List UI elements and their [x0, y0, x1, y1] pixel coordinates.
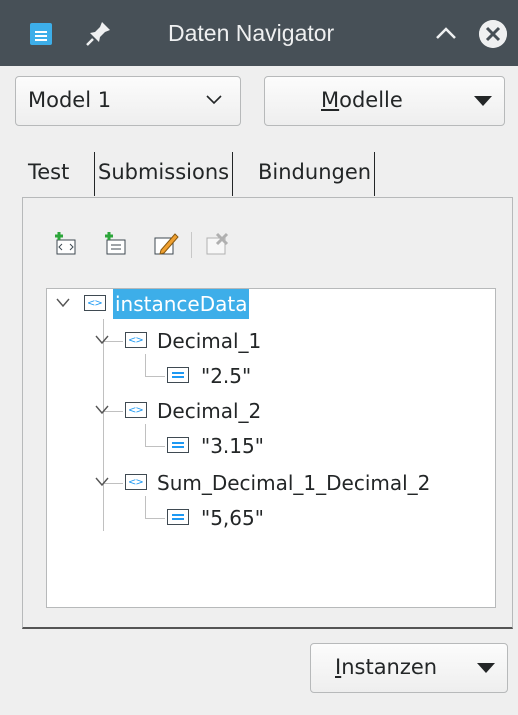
models-button-label: Modelle: [321, 88, 403, 112]
collapse-up-icon[interactable]: [432, 20, 460, 48]
tree-connector: [145, 376, 165, 377]
pin-icon[interactable]: [84, 18, 114, 48]
element-icon: [125, 468, 147, 498]
add-item-icon[interactable]: [51, 230, 79, 258]
instances-menu-button[interactable]: Instanzen: [310, 643, 508, 693]
expand-chevron-icon[interactable]: [56, 298, 70, 308]
model-select-value: Model 1: [28, 88, 112, 112]
tab-bindungen[interactable]: Bindungen: [255, 152, 376, 196]
app-icon: [30, 23, 52, 45]
chevron-down-icon: [206, 95, 222, 105]
tree-connector: [145, 354, 146, 376]
tree-connector: [145, 518, 165, 519]
model-select[interactable]: Model 1: [15, 76, 241, 126]
close-icon[interactable]: [479, 20, 507, 48]
tree-connector: [145, 446, 165, 447]
tree-node-label: Decimal_2: [157, 399, 262, 423]
tree-node-label: Sum_Decimal_1_Decimal_2: [157, 471, 431, 495]
instances-button-label: Instanzen: [335, 655, 438, 679]
tree-node-label: instanceData: [113, 289, 250, 319]
tree-node-value: "3.15": [201, 434, 264, 458]
expand-chevron-icon[interactable]: [95, 477, 109, 487]
text-node-icon: [167, 367, 189, 383]
expand-chevron-icon[interactable]: [95, 405, 109, 415]
tab-panel-test: instanceData Decimal_1 "2.5" Decimal_2 "…: [22, 197, 513, 629]
tree-node-label: Decimal_1: [157, 329, 262, 353]
toolbar-separator: [191, 232, 192, 258]
window-title: Daten Navigator: [168, 20, 335, 46]
tree-node-value: "2.5": [201, 364, 252, 388]
tree-connector: [145, 496, 146, 518]
delete-icon: [206, 232, 229, 255]
tree-connector: [145, 424, 146, 446]
element-icon: [84, 289, 106, 319]
dropdown-arrow-icon: [474, 96, 492, 106]
tab-test[interactable]: Test: [25, 152, 73, 196]
dropdown-arrow-icon: [477, 663, 495, 673]
tree-node-value: "5,65": [201, 506, 264, 530]
edit-icon[interactable]: [151, 230, 179, 258]
expand-chevron-icon[interactable]: [95, 335, 109, 345]
title-bar: Daten Navigator: [0, 0, 518, 66]
add-element-icon[interactable]: [101, 230, 129, 258]
text-node-icon: [167, 509, 189, 525]
element-icon: [125, 396, 147, 426]
instance-tree[interactable]: instanceData Decimal_1 "2.5" Decimal_2 "…: [46, 288, 496, 608]
text-node-icon: [167, 437, 189, 453]
tab-submissions[interactable]: Submissions: [94, 152, 234, 196]
tree-connector: [103, 319, 104, 531]
element-icon: [125, 326, 147, 356]
models-menu-button[interactable]: Modelle: [264, 76, 505, 126]
